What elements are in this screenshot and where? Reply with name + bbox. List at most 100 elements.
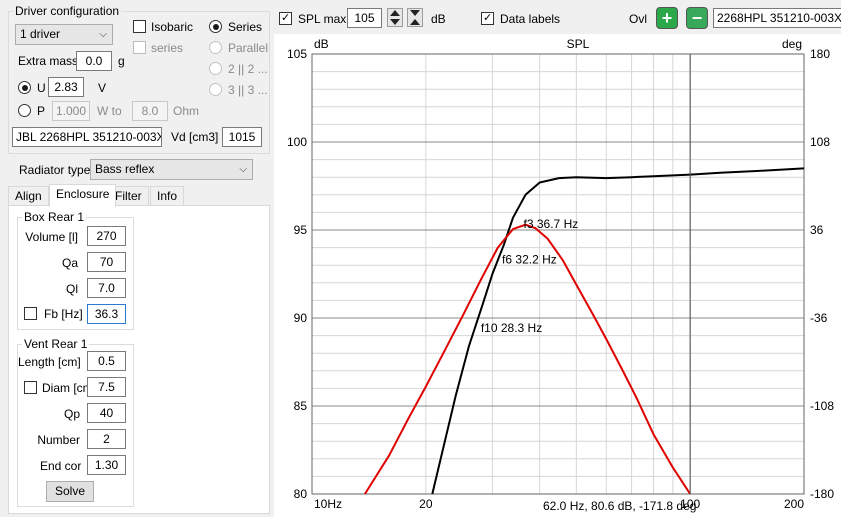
spl-max-label: SPL max — [298, 12, 347, 26]
y-tick-label: 85 — [294, 399, 308, 413]
radiator-type-label: Radiator type — [19, 163, 91, 177]
ohm-unit: Ohm — [173, 104, 200, 118]
x-tick-label: 10Hz — [314, 497, 342, 511]
p-unit: W to — [97, 104, 122, 118]
qp-input[interactable]: 40 — [87, 403, 126, 423]
y-tick-label: 105 — [287, 47, 307, 61]
spin-collapse-button[interactable] — [407, 8, 423, 27]
isobaric-checkbox[interactable] — [133, 20, 146, 33]
parallel-radio[interactable] — [209, 41, 222, 54]
u-input[interactable]: 2.83 — [48, 77, 84, 97]
extra-mass-label: Extra mass — [18, 54, 79, 68]
config-3-label: 3 || 3 ... — [228, 83, 268, 97]
collapse-arrows-icon — [410, 10, 420, 25]
up-down-arrows-icon — [390, 10, 400, 25]
solve-button[interactable]: Solve — [46, 481, 94, 502]
data-labels-label: Data labels — [500, 12, 561, 26]
y-tick-label: 95 — [294, 223, 308, 237]
vent-rear-title: Vent Rear 1 — [22, 337, 90, 351]
isobaric-label: Isobaric — [151, 20, 194, 34]
annotation-label: f6 32.2 Hz — [502, 252, 557, 266]
ovl-label: Ovl — [629, 12, 647, 26]
diam-input[interactable]: 7.5 — [87, 377, 126, 397]
tab-enclosure[interactable]: Enclosure — [49, 184, 117, 207]
minus-icon: − — [691, 8, 703, 28]
spl-max-input[interactable]: 105 — [347, 8, 382, 28]
extra-mass-input[interactable]: 0.0 — [76, 51, 112, 71]
y2-tick-label: 180 — [810, 47, 830, 61]
length-input[interactable]: 0.5 — [87, 351, 126, 371]
y2-axis-label: deg — [782, 37, 802, 51]
driver-config-title: Driver configuration — [13, 4, 122, 18]
config-3-radio[interactable] — [209, 83, 222, 96]
fb-label: Fb [Hz] — [44, 307, 83, 321]
ql-input[interactable]: 7.0 — [87, 278, 126, 298]
volume-input[interactable]: 270 — [87, 226, 126, 246]
u-label: U — [37, 81, 46, 95]
tab-info[interactable]: Info — [150, 186, 185, 206]
driver-count-select[interactable]: 1 driver ⌵ — [15, 24, 113, 45]
parallel-label: Parallel — [228, 41, 269, 55]
u-unit: V — [98, 81, 107, 95]
checkmark-icon: ✓ — [281, 12, 291, 24]
y-axis-label: dB — [314, 37, 329, 51]
y2-tick-label: 36 — [810, 223, 824, 237]
ohm-input[interactable]: 8.0 — [132, 101, 168, 121]
cursor-readout: 62.0 Hz, 80.6 dB, -171.8 deg — [543, 499, 696, 513]
radiator-type-select[interactable]: Bass reflex ⌵ — [90, 159, 253, 180]
chevron-down-icon: ⌵ — [99, 29, 107, 40]
db-unit-label: dB — [431, 12, 446, 26]
data-labels-checkbox[interactable]: ✓ — [481, 12, 494, 25]
p-label: P — [37, 104, 46, 118]
y2-tick-label: 108 — [810, 135, 830, 149]
series-sub-checkbox[interactable] — [133, 41, 146, 54]
spl-chart[interactable]: 1051009590858018010836-36-108-18010Hz 20 1… — [274, 34, 841, 517]
box-rear-title: Box Rear 1 — [22, 210, 87, 224]
config-2-radio[interactable] — [209, 62, 222, 75]
driver-name-field: JBL 2268HPL 351210-003X — [12, 127, 162, 147]
qa-input[interactable]: 70 — [87, 252, 126, 272]
qa-label: Qa — [61, 256, 78, 270]
vd-field: 1015 — [222, 127, 262, 147]
radiator-type-value: Bass reflex — [95, 162, 155, 176]
y2-tick-label: -36 — [810, 311, 828, 325]
annotation-label: f3 36.7 Hz — [524, 217, 579, 231]
series-label: Series — [228, 20, 263, 34]
fb-checkbox[interactable] — [24, 307, 37, 320]
y-tick-label: 100 — [287, 135, 307, 149]
diam-checkbox[interactable] — [24, 381, 37, 394]
length-label: Length [cm] — [18, 355, 81, 369]
qp-label: Qp — [63, 407, 80, 421]
config-2-label: 2 || 2 ... — [228, 62, 268, 76]
x-tick-label: 20 — [419, 497, 433, 511]
end-corr-input[interactable]: 1.30 — [87, 455, 126, 475]
y2-tick-label: -180 — [810, 487, 834, 501]
fb-input[interactable]: 36.3 — [87, 304, 126, 324]
p-radio[interactable] — [18, 104, 31, 117]
spin-up-down-button[interactable] — [387, 8, 403, 27]
number-label: Number — [37, 433, 80, 447]
y-tick-label: 90 — [294, 311, 308, 325]
spl-max-checkbox[interactable]: ✓ — [279, 12, 292, 25]
annotation-label: f10 28.3 Hz — [481, 321, 542, 335]
overlay-name-input[interactable]: 2268HPL 351210-003X Bl — [713, 8, 841, 28]
chart-title: SPL — [567, 37, 590, 51]
u-radio[interactable] — [18, 81, 31, 94]
volume-label: Volume [l] — [25, 230, 78, 244]
chevron-down-icon: ⌵ — [239, 164, 247, 175]
vd-label: Vd [cm3] — [171, 130, 219, 144]
driver-count-value: 1 driver — [20, 27, 61, 41]
p-input[interactable]: 1.000 — [52, 101, 90, 121]
series-radio[interactable] — [209, 20, 222, 33]
x-tick-label: 200 — [784, 497, 804, 511]
remove-overlay-button[interactable]: − — [686, 7, 708, 29]
plus-icon: + — [661, 8, 673, 28]
checkmark-icon: ✓ — [483, 12, 493, 24]
y-tick-label: 80 — [294, 487, 308, 501]
number-input[interactable]: 2 — [87, 429, 126, 449]
end-corr-label: End corr — [40, 459, 81, 473]
series-sub-label: series — [151, 41, 184, 55]
add-overlay-button[interactable]: + — [656, 7, 678, 29]
y2-tick-label: -108 — [810, 399, 834, 413]
tab-align[interactable]: Align — [8, 186, 49, 206]
